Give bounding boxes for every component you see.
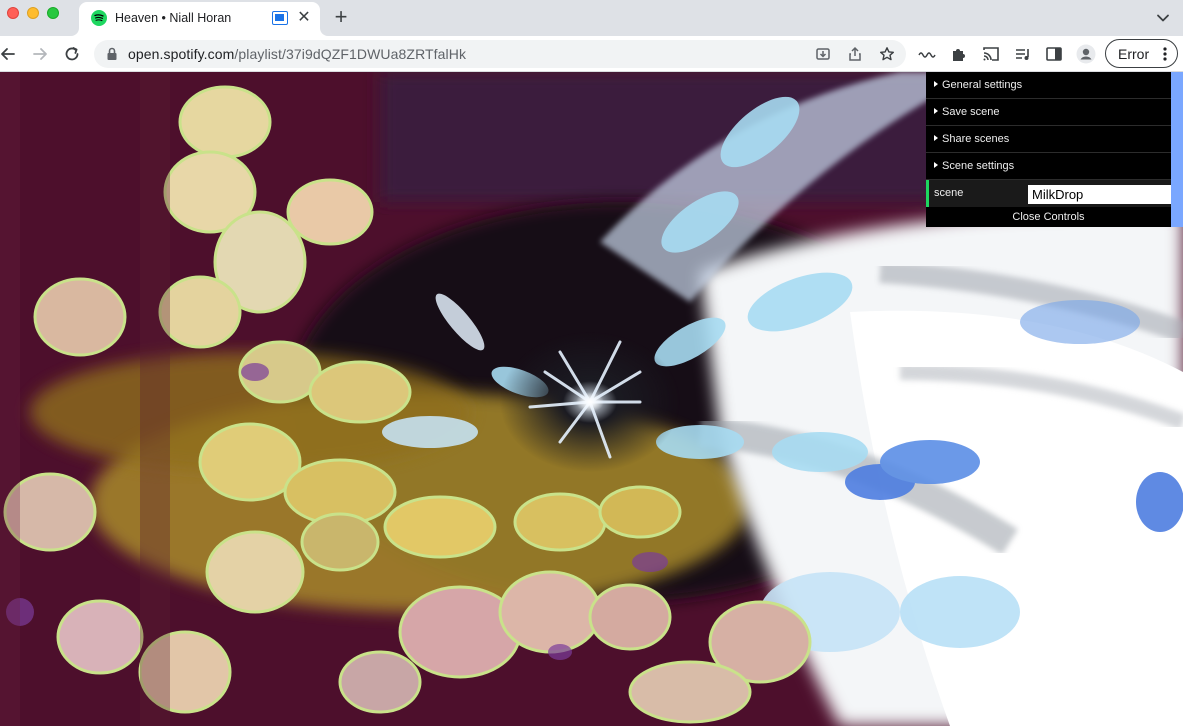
profile-error-button[interactable]: Error <box>1105 39 1178 68</box>
address-bar[interactable]: open.spotify.com/playlist/37i9dQZF1DWUa8… <box>94 40 906 68</box>
expand-triangle-icon <box>934 135 938 141</box>
controls-panel: General settings Save scene Share scenes… <box>926 72 1171 227</box>
window-zoom-button[interactable] <box>47 7 59 19</box>
media-queue-icon[interactable] <box>1013 44 1033 64</box>
install-app-icon[interactable] <box>814 45 832 63</box>
url-text[interactable]: open.spotify.com/playlist/37i9dQZF1DWUa8… <box>128 46 466 62</box>
scene-row: scene <box>926 180 1171 207</box>
new-tab-button[interactable]: + <box>331 6 351 28</box>
profile-avatar-icon[interactable] <box>1076 44 1096 64</box>
forward-arrow-icon[interactable] <box>28 42 52 66</box>
side-panel-icon[interactable] <box>1044 44 1064 64</box>
folder-label: Save scene <box>942 106 1000 118</box>
expand-triangle-icon <box>934 162 938 168</box>
spotify-icon <box>91 10 107 26</box>
tab-strip: Heaven • Niall Horan ✕ + <box>0 0 1183 36</box>
share-icon[interactable] <box>846 45 864 63</box>
url-path: /playlist/37i9dQZF1DWUa8ZRTfalHk <box>234 46 467 62</box>
browser-menu-icon[interactable] <box>1160 45 1170 63</box>
expand-triangle-icon <box>934 108 938 114</box>
tab-search-chevron-icon[interactable] <box>1154 9 1172 27</box>
cast-icon[interactable] <box>981 44 1001 64</box>
browser-tab[interactable]: Heaven • Niall Horan ✕ <box>79 2 320 36</box>
lock-icon[interactable] <box>106 47 118 66</box>
extensions-puzzle-icon[interactable] <box>949 44 969 64</box>
reload-icon[interactable] <box>60 42 84 66</box>
scene-label: scene <box>934 187 964 199</box>
folder-general-settings[interactable]: General settings <box>926 72 1171 99</box>
tab-media-playing-icon[interactable] <box>272 11 288 25</box>
folder-label: Share scenes <box>942 133 1010 145</box>
tab-title: Heaven • Niall Horan <box>115 11 232 25</box>
folder-label: General settings <box>942 79 1023 91</box>
folder-save-scene[interactable]: Save scene <box>926 99 1171 126</box>
expand-triangle-icon <box>934 81 938 87</box>
close-controls-button[interactable]: Close Controls <box>926 207 1171 227</box>
window-close-button[interactable] <box>7 7 19 19</box>
window-minimize-button[interactable] <box>27 7 39 19</box>
folder-scene-settings[interactable]: Scene settings <box>926 153 1171 180</box>
tab-close-icon[interactable]: ✕ <box>296 9 312 27</box>
controls-scrollbar[interactable] <box>1171 72 1183 227</box>
folder-label: Scene settings <box>942 160 1015 172</box>
bookmark-star-icon[interactable] <box>878 45 896 63</box>
browser-toolbar: open.spotify.com/playlist/37i9dQZF1DWUa8… <box>0 36 1183 72</box>
scene-input[interactable] <box>1028 185 1171 204</box>
extension-wave-icon[interactable] <box>918 44 938 64</box>
folder-share-scenes[interactable]: Share scenes <box>926 126 1171 153</box>
profile-error-label: Error <box>1118 46 1150 62</box>
back-arrow-icon[interactable] <box>0 42 20 66</box>
url-host: open.spotify.com <box>128 46 235 62</box>
